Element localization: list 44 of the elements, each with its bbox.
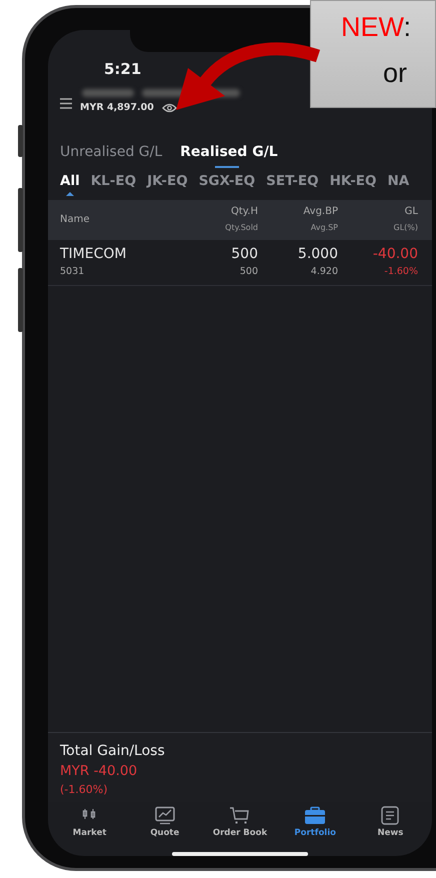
column-header: GL (404, 206, 418, 217)
total-amount: MYR -40.00 (60, 763, 138, 779)
exchange-tab[interactable]: KL-EQ (90, 172, 136, 196)
callout-highlight: NEW (341, 12, 404, 42)
briefcase-icon (304, 806, 326, 825)
exchange-tab[interactable]: NA (388, 172, 410, 196)
exchange-tab[interactable]: JK-EQ (147, 172, 188, 196)
chart-monitor-icon (154, 806, 176, 825)
summary-title: Total Gain/Loss (60, 743, 166, 759)
column-header: Name (60, 214, 90, 224)
account-balance: MYR 4,897.00 (80, 102, 154, 113)
nav-item[interactable]: Order Book (202, 806, 278, 838)
table-row[interactable]: TIMECOM 5031 500 500 5.000 4.920 -40.00 -1.60% (48, 240, 432, 286)
exchange-tab[interactable]: All (60, 172, 80, 196)
nav-item[interactable]: Portfolio (278, 806, 353, 838)
eye-icon[interactable] (162, 102, 177, 112)
table-cell: -40.00 (372, 246, 418, 262)
table-cell: -1.60% (384, 266, 418, 277)
column-subheader: Avg.SP (310, 223, 338, 232)
exchange-tab[interactable]: SET-EQ (266, 172, 319, 196)
column-header: Qty.H (231, 206, 258, 217)
callout-text: : (404, 12, 412, 42)
menu-icon[interactable] (60, 98, 72, 109)
column-subheader: GL(%) (394, 223, 418, 232)
column-subheader: Qty.Sold (225, 223, 258, 232)
nav-item[interactable]: Quote (127, 806, 202, 838)
callout-text: or (382, 57, 408, 89)
table-cell: 5.000 (298, 246, 338, 262)
table-cell: 4.920 (310, 266, 338, 277)
status-time: 5:21 (104, 60, 142, 78)
exchange-tab[interactable]: HK-EQ (330, 172, 376, 196)
table-cell: 500 (231, 246, 258, 262)
nav-item[interactable]: News (352, 806, 428, 838)
stock-code: 5031 (60, 266, 84, 277)
exchange-tab[interactable]: SGX-EQ (198, 172, 256, 196)
table-cell: 500 (240, 266, 258, 277)
total-percent: (-1.60%) (60, 783, 108, 796)
document-icon (379, 806, 402, 825)
tab[interactable]: Realised G/L (180, 144, 278, 168)
column-header: Avg.BP (303, 206, 338, 217)
tab[interactable]: Unrealised G/L (60, 144, 162, 168)
nav-item[interactable]: Market (52, 806, 128, 838)
cart-icon (228, 806, 251, 825)
stock-name: TIMECOM (60, 246, 126, 262)
